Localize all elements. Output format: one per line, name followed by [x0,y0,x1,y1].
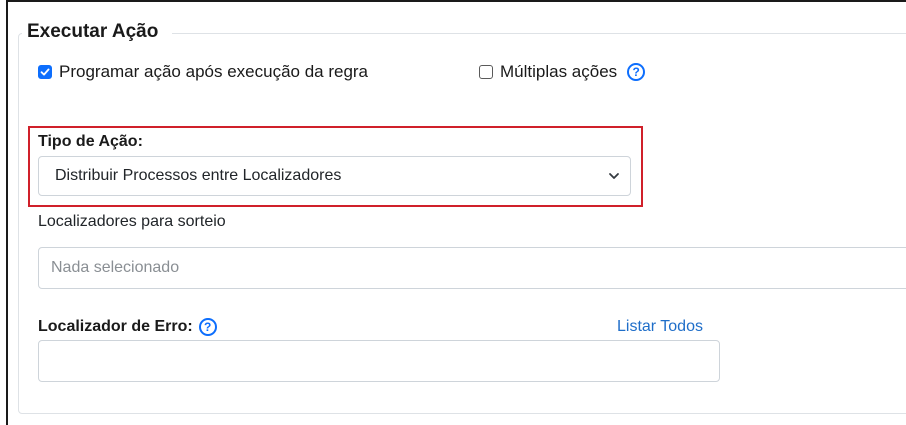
locators-label: Localizadores para sorteio [38,213,226,230]
window-border-top [6,0,906,2]
error-locator-input[interactable] [38,340,720,382]
error-locator-label-row: Localizador de Erro: ? [38,318,217,336]
multiple-actions-checkbox[interactable] [479,65,493,79]
window-border-left [6,0,8,425]
multiple-actions-option[interactable]: Múltiplas ações ? [479,62,646,82]
schedule-action-checkbox[interactable] [38,65,52,79]
multiple-actions-label[interactable]: Múltiplas ações [500,62,617,82]
schedule-action-option[interactable]: Programar ação após execução da regra [38,62,368,82]
action-type-label: Tipo de Ação: [38,133,143,150]
locators-placeholder: Nada selecionado [51,259,180,276]
locators-multiselect[interactable]: Nada selecionado [38,247,906,289]
error-locator-label: Localizador de Erro: [38,318,193,335]
schedule-action-label[interactable]: Programar ação após execução da regra [59,62,368,82]
list-all-link[interactable]: Listar Todos [617,318,703,336]
help-icon[interactable]: ? [198,318,217,336]
checkmark-icon [40,68,50,76]
section-title: Executar Ação [27,21,159,42]
action-type-select[interactable]: Distribuir Processos entre Localizadores [38,156,631,196]
chevron-down-icon [609,173,619,179]
help-icon[interactable]: ? [627,63,646,81]
action-type-value: Distribuir Processos entre Localizadores [55,167,342,184]
